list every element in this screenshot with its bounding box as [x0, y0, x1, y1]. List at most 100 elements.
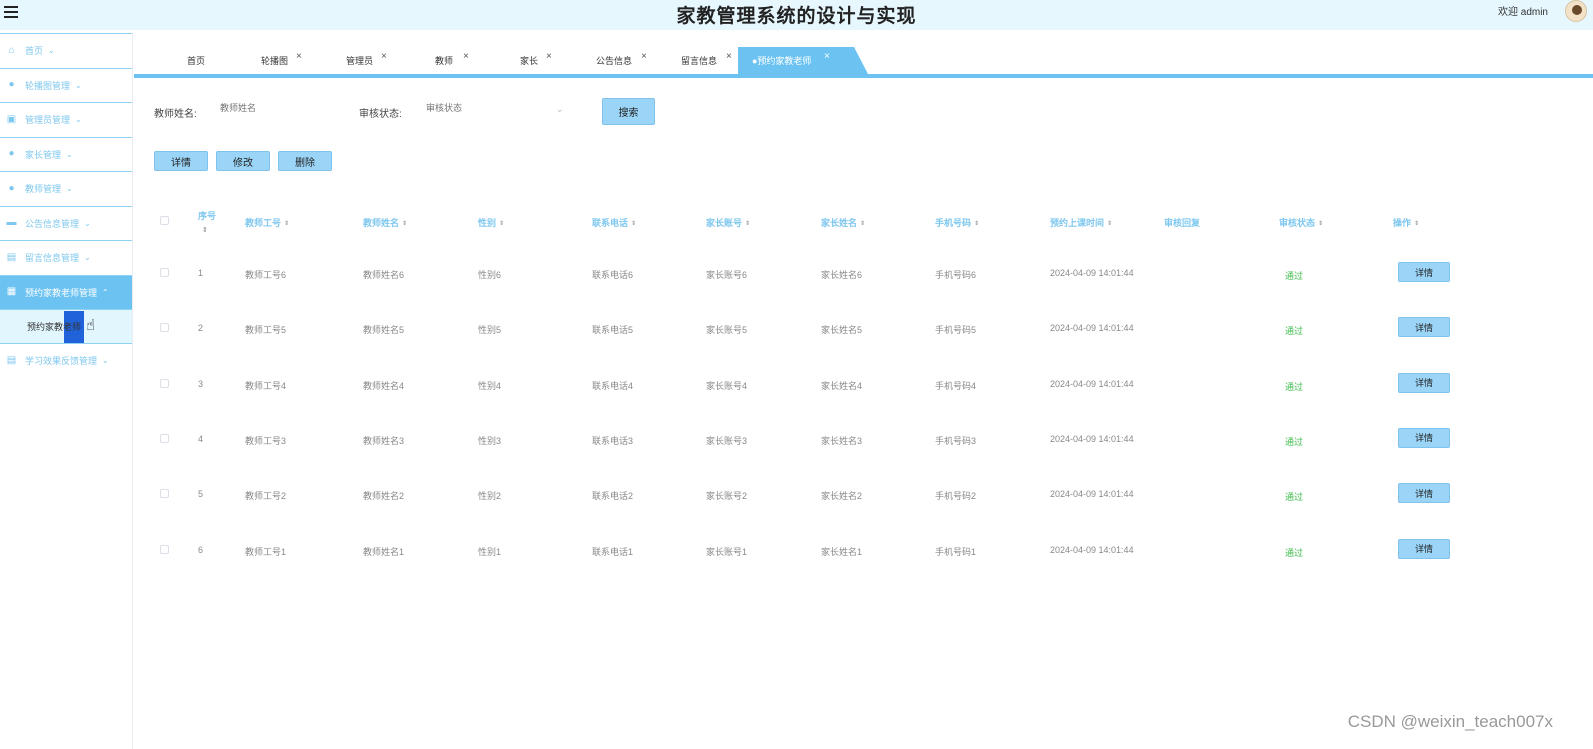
teacher-name-input[interactable] [220, 103, 340, 113]
sort-icon[interactable]: ⇕ [974, 221, 979, 227]
sort-icon[interactable]: ⇕ [860, 221, 865, 227]
tab-parent[interactable]: 家长 × [520, 47, 552, 74]
row-detail-button[interactable]: 详情 [1398, 317, 1450, 338]
chevron-down-icon: ⌄ [84, 218, 91, 228]
cell-idx: 5 [198, 489, 204, 500]
tab-admin[interactable]: 管理员 × [346, 47, 387, 74]
cell-pname: 家长姓名5 [821, 325, 863, 336]
avatar[interactable] [1565, 0, 1587, 22]
row-checkbox[interactable] [160, 433, 169, 443]
sidebar-item-notice[interactable]: ▬ 公告信息管理 ⌄ [0, 205, 132, 241]
row-checkbox[interactable] [160, 489, 169, 499]
close-icon[interactable]: × [546, 51, 552, 62]
close-icon[interactable]: × [726, 51, 732, 62]
table-row[interactable]: 1 教师工号6 教师姓名6 性别6 联系电话6 家长账号6 家长姓名6 手机号码6 2024-0… [154, 262, 1454, 288]
column-header[interactable]: 联系电话 ⇕ [592, 216, 636, 229]
sidebar-item-parent[interactable]: ● 家长管理 ⌄ [0, 136, 132, 172]
column-header[interactable]: 家长账号 ⇕ [706, 216, 750, 229]
cell-idx: 6 [198, 544, 204, 555]
cell-pacct: 家长账号1 [706, 546, 748, 557]
sort-icon[interactable]: ⇕ [1107, 221, 1112, 227]
sort-icon[interactable]: ⇕ [1318, 221, 1323, 227]
close-icon[interactable]: × [463, 51, 469, 62]
search-button[interactable]: 搜索 [602, 98, 655, 125]
cell-tno: 教师工号1 [245, 546, 287, 557]
column-header[interactable]: 家长姓名 ⇕ [821, 216, 865, 229]
sort-icon[interactable]: ⇕ [402, 221, 407, 227]
delete-button[interactable]: 删除 [278, 151, 332, 171]
edit-button[interactable]: 修改 [216, 151, 270, 171]
row-checkbox[interactable] [160, 323, 169, 333]
sidebar-item-teacher[interactable]: ● 教师管理 ⌄ [0, 171, 132, 206]
tab-carousel[interactable]: 轮播图 × [261, 47, 302, 74]
close-icon[interactable]: × [296, 51, 302, 62]
sort-icon[interactable]: ⇕ [745, 221, 750, 227]
chevron-down-icon: ⌄ [66, 149, 73, 159]
row-checkbox[interactable] [160, 544, 169, 554]
cell-idx: 1 [198, 268, 204, 278]
sidebar-item-carousel[interactable]: ● 轮播图管理 ⌄ [0, 67, 132, 103]
cell-gender: 性别2 [478, 491, 502, 502]
cell-mobile: 手机号码2 [935, 491, 977, 502]
tab-message[interactable]: 留言信息 × [681, 47, 732, 74]
cell-tno: 教师工号3 [245, 435, 287, 446]
chevron-down-icon: ⌄ [75, 80, 82, 90]
cell-mobile: 手机号码5 [935, 325, 977, 336]
sidebar-item-admin[interactable]: ▣ 管理员管理 ⌄ [0, 102, 132, 137]
sidebar-item-label: 管理员管理 [25, 115, 71, 126]
row-detail-button[interactable]: 详情 [1398, 427, 1450, 448]
sidebar-subitem-booking[interactable]: 预约家教老师 ☝ [0, 309, 132, 343]
column-header[interactable]: 序号 ⇕ [198, 209, 216, 234]
cell-idx: 2 [198, 323, 204, 334]
cell-time: 2024-04-09 14:01:44 [1050, 268, 1134, 278]
cell-pname: 家长姓名6 [821, 270, 863, 280]
column-header[interactable]: 手机号码 ⇕ [935, 216, 979, 229]
sidebar-item-message[interactable]: ▤ 留言信息管理 ⌄ [0, 240, 132, 275]
sort-icon[interactable]: ⇕ [1414, 221, 1419, 227]
sort-icon[interactable]: ⇕ [631, 221, 636, 227]
close-icon[interactable]: × [824, 51, 830, 62]
cell-tname: 教师姓名6 [363, 270, 405, 280]
tab-teacher[interactable]: 教师 × [435, 47, 469, 74]
cell-time: 2024-04-09 14:01:44 [1050, 489, 1134, 500]
table-row[interactable]: 4 教师工号3 教师姓名3 性别3 联系电话3 家长账号3 家长姓名3 手机号码3 2024-0… [154, 427, 1454, 454]
row-checkbox[interactable] [160, 268, 169, 277]
column-header[interactable]: 教师姓名 ⇕ [363, 216, 407, 229]
table-row[interactable]: 2 教师工号5 教师姓名5 性别5 联系电话5 家长账号5 家长姓名5 手机号码5 2024-0… [154, 317, 1454, 343]
close-icon[interactable]: × [641, 51, 647, 62]
table-row[interactable]: 3 教师工号4 教师姓名4 性别4 联系电话4 家长账号4 家长姓名4 手机号码4 2024-0… [154, 372, 1454, 399]
cell-phone: 联系电话6 [592, 270, 634, 280]
tab-notice[interactable]: 公告信息 × [596, 47, 647, 74]
tab-home[interactable]: 首页 [187, 47, 205, 74]
sidebar-item-feedback[interactable]: ▤ 学习效果反馈管理 ⌄ [0, 343, 132, 378]
sort-icon[interactable]: ⇕ [202, 226, 216, 234]
column-label: 审核状态 [1279, 218, 1316, 228]
sort-icon[interactable]: ⇕ [284, 221, 289, 227]
sort-icon[interactable]: ⇕ [499, 221, 504, 227]
row-detail-button[interactable]: 详情 [1398, 538, 1450, 559]
status-select[interactable] [426, 103, 546, 113]
cell-tno: 教师工号6 [245, 270, 287, 280]
sidebar-item-booking[interactable]: ▦ 预约家教老师管理 ⌃ [0, 274, 132, 309]
tab-booking[interactable]: ●预约家教老师 × [738, 47, 868, 74]
column-header[interactable]: 教师工号 ⇕ [245, 216, 289, 229]
column-header[interactable]: 操作 ⇕ [1393, 216, 1419, 229]
select-all-checkbox[interactable] [160, 216, 169, 225]
tab-label: ●预约家教老师 [752, 56, 812, 66]
column-header[interactable]: 审核状态 ⇕ [1279, 216, 1323, 229]
cell-phone: 联系电话2 [592, 491, 634, 502]
row-checkbox[interactable] [160, 378, 169, 388]
table-row[interactable]: 5 教师工号2 教师姓名2 性别2 联系电话2 家长账号2 家长姓名2 手机号码2 2024-0… [154, 483, 1454, 509]
close-icon[interactable]: × [381, 51, 387, 62]
row-detail-button[interactable]: 详情 [1398, 483, 1450, 504]
column-header[interactable]: 性别 ⇕ [478, 216, 504, 229]
sidebar-item-home[interactable]: ⌂ 首页 ⌄ [0, 33, 132, 68]
table-row[interactable]: 6 教师工号1 教师姓名1 性别1 联系电话1 家长账号1 家长姓名1 手机号码1 2024-0… [154, 538, 1454, 565]
detail-button[interactable]: 详情 [154, 151, 208, 171]
cell-phone: 联系电话5 [592, 325, 634, 336]
row-detail-button[interactable]: 详情 [1398, 262, 1450, 282]
column-label: 预约上课时间 [1050, 218, 1105, 228]
row-detail-button[interactable]: 详情 [1398, 372, 1450, 393]
cell-time: 2024-04-09 14:01:44 [1050, 433, 1134, 444]
column-header[interactable]: 预约上课时间 ⇕ [1050, 216, 1112, 229]
